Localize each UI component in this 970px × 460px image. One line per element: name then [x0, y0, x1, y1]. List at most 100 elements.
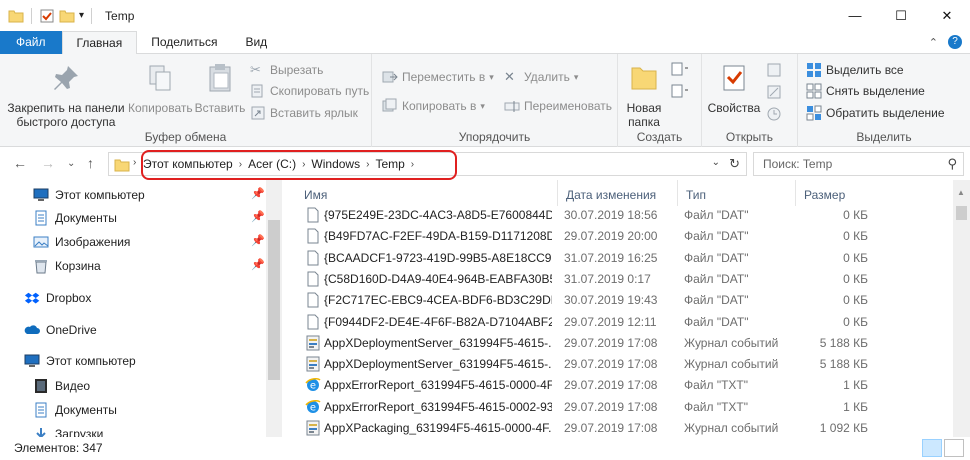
- column-header-name[interactable]: Имя: [296, 180, 558, 206]
- search-box[interactable]: Поиск: Temp ⚲: [753, 152, 964, 176]
- delete-button[interactable]: ✕ Удалить ▾: [504, 67, 578, 87]
- nav-item-dropbox[interactable]: Dropbox: [24, 287, 91, 309]
- file-list-scrollbar[interactable]: ▲: [953, 180, 970, 437]
- dat-file-icon: [307, 250, 319, 266]
- new-item-icon[interactable]: [670, 62, 690, 78]
- file-row[interactable]: e AppxErrorReport_631994F5-4615-0002-93..…: [282, 396, 952, 418]
- file-date: 29.07.2019 17:08: [564, 335, 658, 350]
- recent-locations-icon[interactable]: ⌄: [67, 158, 75, 169]
- details-view-button[interactable]: [922, 439, 942, 457]
- file-row[interactable]: AppXDeploymentServer_631994F5-4615-... 29…: [282, 353, 952, 375]
- toolbar-divider: [31, 7, 32, 24]
- file-row[interactable]: {BCAADCF1-9723-419D-99B5-A8E18CC9... 31.0…: [282, 247, 952, 269]
- tab-share[interactable]: Поделиться: [137, 31, 231, 54]
- file-size: 0 КБ: [843, 229, 868, 244]
- qat-dropdown-icon[interactable]: ▾: [79, 10, 84, 21]
- rename-button[interactable]: Переименовать: [504, 96, 612, 116]
- properties-button[interactable]: Свойства: [706, 62, 762, 115]
- new-folder-button[interactable]: Новая папка: [622, 62, 666, 129]
- pin-icon[interactable]: 📌: [251, 258, 265, 271]
- file-row[interactable]: AppXPackaging_631994F5-4615-0000-4F... 29…: [282, 417, 952, 437]
- pin-icon[interactable]: 📌: [251, 210, 265, 223]
- move-to-button[interactable]: Переместить в ▾: [382, 67, 494, 87]
- file-row[interactable]: {975E249E-23DC-4AC3-A8D5-E7600844D... 30.…: [282, 204, 952, 226]
- search-input[interactable]: Поиск: Temp: [763, 157, 832, 171]
- copy-button[interactable]: Копировать: [128, 62, 193, 115]
- column-header-type[interactable]: Тип: [678, 180, 796, 206]
- file-size: 0 КБ: [843, 314, 868, 329]
- invert-selection-button[interactable]: Обратить выделение: [806, 103, 945, 123]
- close-button[interactable]: ✕: [924, 0, 970, 31]
- history-icon[interactable]: [766, 106, 782, 122]
- nav-item-this-pc[interactable]: Этот компьютер: [24, 350, 136, 372]
- maximize-button[interactable]: ☐: [878, 0, 924, 31]
- file-name: {F2C717EC-EBC9-4CEA-BDF6-BD3C29DD...: [324, 293, 552, 308]
- file-row[interactable]: AppXDeploymentServer_631994F5-4615-... 29…: [282, 332, 952, 354]
- file-date: 31.07.2019 0:17: [564, 271, 651, 286]
- file-type: Файл "DAT": [684, 271, 749, 286]
- file-list: ⌃ Имя Дата изменения Тип Размер {975E249…: [282, 180, 970, 437]
- back-arrow-icon[interactable]: ←: [13, 155, 27, 171]
- nav-item-pictures-pinned[interactable]: Изображения: [33, 231, 130, 253]
- up-arrow-icon[interactable]: ↑: [87, 155, 94, 171]
- edit-icon[interactable]: [766, 84, 782, 100]
- paste-button[interactable]: Вставить: [194, 62, 246, 115]
- nav-item-onedrive[interactable]: OneDrive: [24, 319, 97, 341]
- open-icon[interactable]: [766, 62, 782, 78]
- scissors-icon: ✂: [250, 62, 261, 77]
- file-size: 0 КБ: [843, 250, 868, 265]
- paste-shortcut-button[interactable]: Вставить ярлык: [250, 103, 358, 123]
- column-header-date[interactable]: Дата изменения: [558, 180, 678, 206]
- collapse-ribbon-icon[interactable]: ⌃: [929, 36, 938, 49]
- refresh-icon[interactable]: ↻: [729, 156, 740, 172]
- column-header-size[interactable]: Размер: [796, 180, 886, 206]
- tab-view[interactable]: Вид: [231, 31, 281, 54]
- pin-icon[interactable]: 📌: [251, 234, 265, 247]
- file-row[interactable]: {C58D160D-D4A9-40E4-964B-EABFA30B5... 31.…: [282, 268, 952, 290]
- nav-item-recycle-bin-pinned[interactable]: Корзина: [33, 255, 101, 277]
- breadcrumb-chevron-icon[interactable]: ›: [133, 157, 136, 168]
- file-size: 1 092 КБ: [819, 421, 868, 435]
- cut-button[interactable]: ✂ Вырезать: [250, 60, 323, 80]
- ribbon: Закрепить на панели быстрого доступа Коп…: [0, 54, 970, 147]
- file-name: {F0944DF2-DE4E-4F6F-B82A-D7104ABF29...: [324, 314, 552, 329]
- copy-to-button[interactable]: Копировать в ▾: [382, 96, 485, 116]
- scroll-up-arrow-icon[interactable]: ▲: [957, 188, 965, 197]
- nav-item-video[interactable]: Видео: [33, 375, 90, 397]
- tab-home[interactable]: Главная: [61, 31, 138, 55]
- copy-path-button[interactable]: Скопировать путь: [250, 81, 369, 101]
- pin-icon[interactable]: 📌: [251, 187, 265, 200]
- file-date: 30.07.2019 18:56: [564, 208, 658, 222]
- select-none-button[interactable]: Снять выделение: [806, 81, 925, 101]
- nav-pane-scrollbar[interactable]: [266, 180, 282, 437]
- delete-x-icon: ✕: [504, 69, 515, 84]
- nav-item-documents[interactable]: Документы: [33, 399, 117, 421]
- properties-check-icon[interactable]: [39, 8, 55, 24]
- file-row[interactable]: {F0944DF2-DE4E-4F6F-B82A-D7104ABF29... 29…: [282, 311, 952, 333]
- nav-item-downloads[interactable]: Загрузки: [33, 423, 103, 437]
- folder-icon[interactable]: [8, 8, 24, 24]
- easy-access-icon[interactable]: [670, 84, 690, 100]
- pictures-icon: [33, 236, 49, 248]
- computer-icon: [24, 354, 40, 367]
- large-icons-view-button[interactable]: [944, 439, 964, 457]
- address-dropdown-icon[interactable]: ⌄: [712, 157, 720, 168]
- copy-icon: [149, 65, 171, 91]
- nav-pane-scroll-thumb[interactable]: [268, 220, 280, 380]
- file-row[interactable]: {B49FD7AC-F2EF-49DA-B159-D1171208D... 29.…: [282, 225, 952, 247]
- pin-to-quick-access-button[interactable]: Закрепить на панели быстрого доступа: [6, 62, 126, 129]
- tab-file[interactable]: Файл: [0, 31, 62, 54]
- view-switcher: [922, 439, 964, 457]
- nav-item-this-pc-pinned[interactable]: Этот компьютер: [33, 184, 145, 206]
- file-row[interactable]: {F2C717EC-EBC9-4CEA-BDF6-BD3C29DD... 30.0…: [282, 289, 952, 311]
- file-row[interactable]: e AppxErrorReport_631994F5-4615-0000-4F..…: [282, 374, 952, 396]
- help-icon[interactable]: ?: [948, 35, 962, 49]
- file-list-scroll-thumb[interactable]: [956, 206, 967, 220]
- forward-arrow-icon[interactable]: →: [41, 155, 55, 171]
- select-all-button[interactable]: Выделить все: [806, 60, 904, 80]
- nav-item-documents-pinned[interactable]: Документы: [33, 207, 117, 229]
- dat-file-icon: [307, 271, 319, 287]
- minimize-button[interactable]: —: [832, 0, 878, 31]
- create-group-label: Создать: [636, 130, 683, 144]
- new-folder-icon[interactable]: [59, 8, 75, 24]
